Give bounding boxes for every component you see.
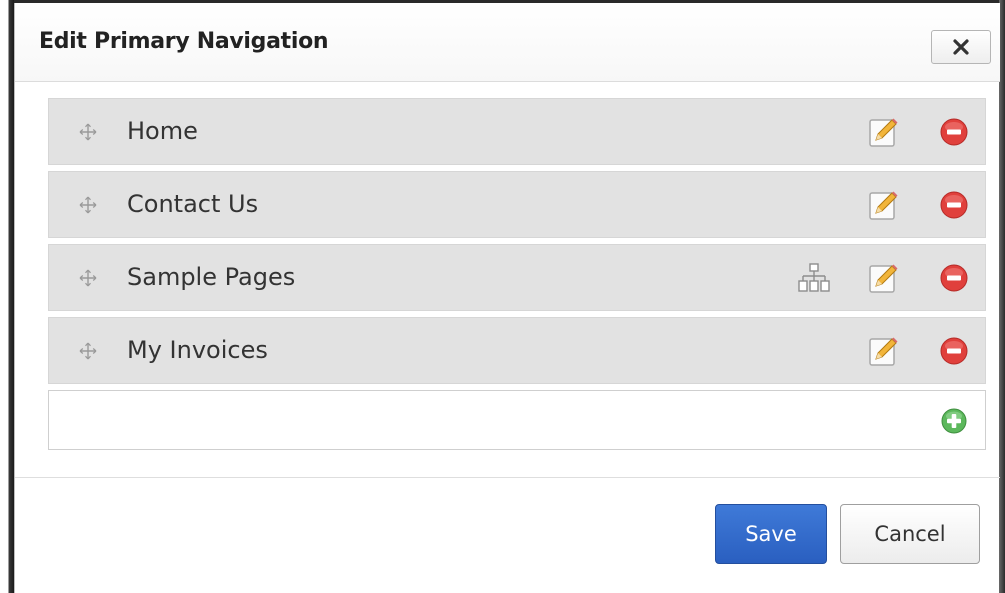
plus-circle-icon[interactable] bbox=[939, 406, 969, 436]
screen: Edit Primary Navigation Home Contact Us … bbox=[0, 0, 1005, 593]
footer-divider bbox=[15, 477, 1000, 478]
nav-item-home[interactable]: Home bbox=[48, 98, 986, 165]
drag-handle-icon[interactable] bbox=[79, 269, 97, 287]
pencil-edit-icon[interactable] bbox=[867, 334, 901, 368]
pencil-edit-icon[interactable] bbox=[867, 261, 901, 295]
drag-handle-icon[interactable] bbox=[79, 123, 97, 141]
minus-circle-icon[interactable] bbox=[937, 188, 971, 222]
backdrop-left bbox=[0, 0, 14, 593]
cancel-button[interactable]: Cancel bbox=[840, 504, 980, 564]
nav-item-label: Contact Us bbox=[127, 190, 259, 218]
nav-item-label: My Invoices bbox=[127, 336, 268, 364]
minus-circle-icon[interactable] bbox=[937, 115, 971, 149]
nav-item-my-invoices[interactable]: My Invoices bbox=[48, 317, 986, 384]
nav-item-contact-us[interactable]: Contact Us bbox=[48, 171, 986, 238]
add-nav-item-row bbox=[48, 390, 986, 450]
navigation-item-list: Home Contact Us Sample Pages My Invoices bbox=[48, 98, 986, 450]
dialog-titlebar: Edit Primary Navigation bbox=[15, 3, 1000, 82]
new-nav-item-input[interactable] bbox=[49, 391, 919, 449]
backdrop-right bbox=[999, 0, 1005, 593]
edit-navigation-dialog: Edit Primary Navigation Home Contact Us … bbox=[14, 3, 1000, 593]
nav-item-label: Home bbox=[127, 117, 198, 145]
pencil-edit-icon[interactable] bbox=[867, 188, 901, 222]
nav-item-label: Sample Pages bbox=[127, 263, 296, 291]
dialog-title: Edit Primary Navigation bbox=[39, 29, 329, 54]
minus-circle-icon[interactable] bbox=[937, 261, 971, 295]
nav-item-sample-pages[interactable]: Sample Pages bbox=[48, 244, 986, 311]
save-button[interactable]: Save bbox=[715, 504, 827, 564]
minus-circle-icon[interactable] bbox=[937, 334, 971, 368]
drag-handle-icon[interactable] bbox=[79, 196, 97, 214]
pencil-edit-icon[interactable] bbox=[867, 115, 901, 149]
close-button[interactable] bbox=[931, 30, 991, 64]
sitemap-icon[interactable] bbox=[797, 261, 831, 295]
close-icon bbox=[953, 39, 969, 55]
drag-handle-icon[interactable] bbox=[79, 342, 97, 360]
